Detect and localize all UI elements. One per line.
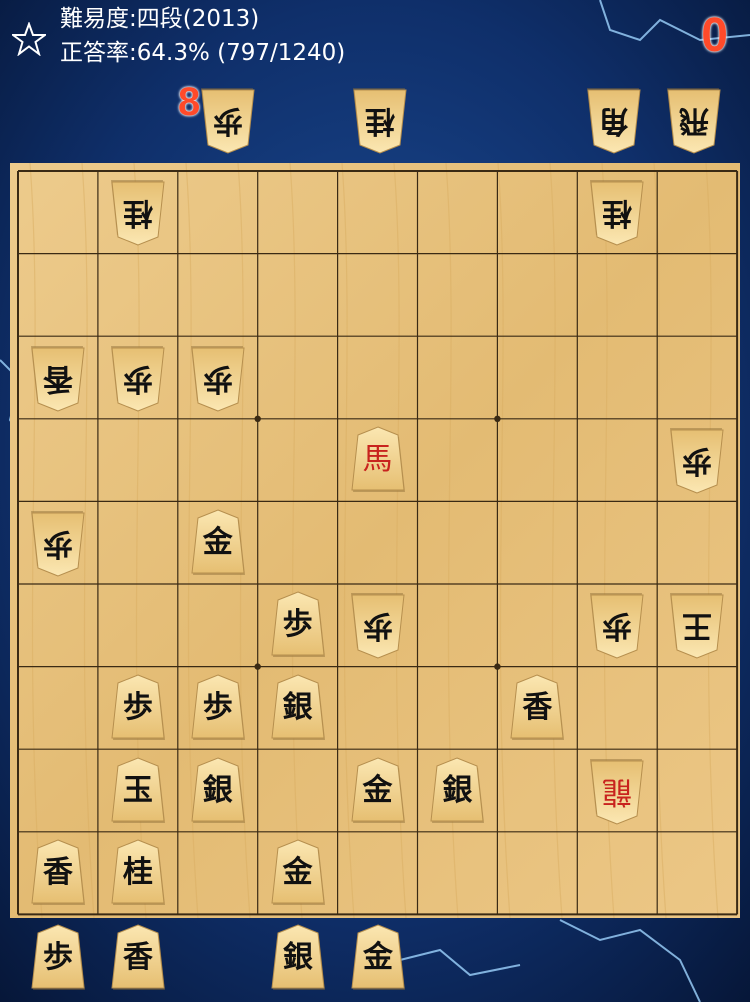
gote-pawn-count: 8 — [178, 80, 201, 124]
piece-kanji: 歩 — [43, 940, 73, 975]
piece-kanji: 歩 — [682, 443, 713, 479]
piece-kanji: 龍 — [602, 773, 633, 809]
piece-kanji: 歩 — [122, 689, 153, 725]
board-piece-gote[interactable]: 歩 — [28, 509, 88, 577]
gote-hand-piece[interactable]: 角 — [584, 86, 644, 154]
board-piece-sente[interactable]: 金 — [188, 509, 248, 577]
piece-kanji: 歩 — [202, 689, 233, 725]
gote-hand-piece[interactable]: 桂 — [350, 86, 410, 154]
piece-kanji: 桂 — [365, 103, 395, 138]
board-piece-gote[interactable]: 香 — [28, 344, 88, 412]
gote-hand-piece[interactable]: 飛 — [664, 86, 724, 154]
board-piece-sente[interactable]: 香 — [507, 674, 567, 742]
star-icon[interactable] — [12, 22, 46, 56]
piece-kanji: 金 — [202, 524, 233, 560]
sente-hand-area: 歩香銀金 — [10, 918, 740, 996]
gote-hand-area: 歩 桂 角 飛 8 — [10, 80, 740, 158]
star-point — [254, 663, 261, 670]
sente-hand-piece[interactable]: 歩 — [28, 924, 88, 992]
piece-kanji: 桂 — [122, 855, 153, 891]
board-piece-sente[interactable]: 馬 — [348, 426, 408, 494]
piece-kanji: 金 — [282, 855, 313, 891]
shogi-board[interactable]: 桂桂香歩歩馬歩歩金歩歩歩王歩歩銀香玉銀金銀龍香桂金 — [10, 163, 740, 918]
board-piece-gote[interactable]: 歩 — [108, 344, 168, 412]
piece-kanji: 歩 — [362, 608, 393, 644]
piece-kanji: 銀 — [282, 689, 313, 725]
piece-kanji: 桂 — [602, 195, 633, 231]
board-piece-sente[interactable]: 銀 — [268, 674, 328, 742]
board-piece-sente[interactable]: 銀 — [188, 756, 248, 825]
piece-kanji: 銀 — [202, 772, 233, 808]
piece-kanji: 飛 — [679, 103, 709, 138]
board-piece-gote[interactable]: 桂 — [108, 178, 168, 246]
sente-hand-piece[interactable]: 金 — [348, 924, 408, 992]
piece-kanji: 歩 — [213, 103, 243, 138]
piece-kanji: 銀 — [442, 772, 473, 808]
piece-kanji: 馬 — [362, 442, 393, 478]
board-piece-sente[interactable]: 玉 — [108, 756, 168, 825]
piece-kanji: 歩 — [282, 607, 313, 643]
board-piece-gote[interactable]: 王 — [667, 591, 727, 659]
piece-kanji: 桂 — [122, 195, 153, 231]
piece-kanji: 香 — [522, 689, 553, 725]
piece-kanji: 歩 — [122, 360, 153, 396]
star-point — [494, 663, 501, 670]
board-piece-sente[interactable]: 香 — [28, 839, 88, 907]
board-piece-sente[interactable]: 金 — [268, 839, 328, 907]
piece-kanji: 王 — [682, 608, 713, 644]
board-piece-gote[interactable]: 歩 — [348, 591, 408, 659]
piece-kanji: 歩 — [42, 525, 73, 561]
board-piece-sente[interactable]: 桂 — [108, 839, 168, 907]
piece-kanji: 玉 — [122, 772, 153, 808]
star-point — [494, 415, 501, 422]
header: 難易度:四段(2013) 正答率:64.3% (797/1240) 0 — [0, 0, 750, 80]
board-piece-sente[interactable]: 銀 — [427, 756, 487, 825]
star-point — [254, 415, 261, 422]
sente-hand-piece[interactable]: 香 — [108, 924, 168, 992]
board-piece-gote[interactable]: 桂 — [587, 178, 647, 246]
piece-kanji: 角 — [599, 103, 629, 138]
board-piece-sente[interactable]: 歩 — [268, 591, 328, 659]
piece-kanji: 歩 — [202, 360, 233, 396]
sente-hand-piece[interactable]: 銀 — [268, 924, 328, 992]
difficulty-label: 難易度:四段(2013) — [60, 6, 260, 32]
board-piece-sente[interactable]: 金 — [348, 756, 408, 825]
piece-kanji: 香 — [42, 360, 73, 396]
piece-kanji: 金 — [363, 940, 393, 975]
accuracy-label: 正答率:64.3% (797/1240) — [60, 40, 346, 66]
board-piece-gote[interactable]: 歩 — [667, 426, 727, 494]
piece-kanji: 銀 — [283, 940, 313, 975]
piece-kanji: 香 — [42, 855, 73, 891]
gote-hand-piece[interactable]: 歩 — [198, 86, 258, 154]
board-piece-gote[interactable]: 歩 — [188, 344, 248, 412]
board-piece-sente[interactable]: 歩 — [188, 674, 248, 742]
board-piece-sente[interactable]: 歩 — [108, 674, 168, 742]
score-counter: 0 — [701, 9, 728, 62]
piece-kanji: 歩 — [602, 608, 633, 644]
piece-kanji: 金 — [362, 772, 393, 808]
board-piece-gote[interactable]: 歩 — [587, 591, 647, 659]
piece-kanji: 香 — [123, 940, 153, 975]
board-piece-gote[interactable]: 龍 — [587, 757, 647, 825]
